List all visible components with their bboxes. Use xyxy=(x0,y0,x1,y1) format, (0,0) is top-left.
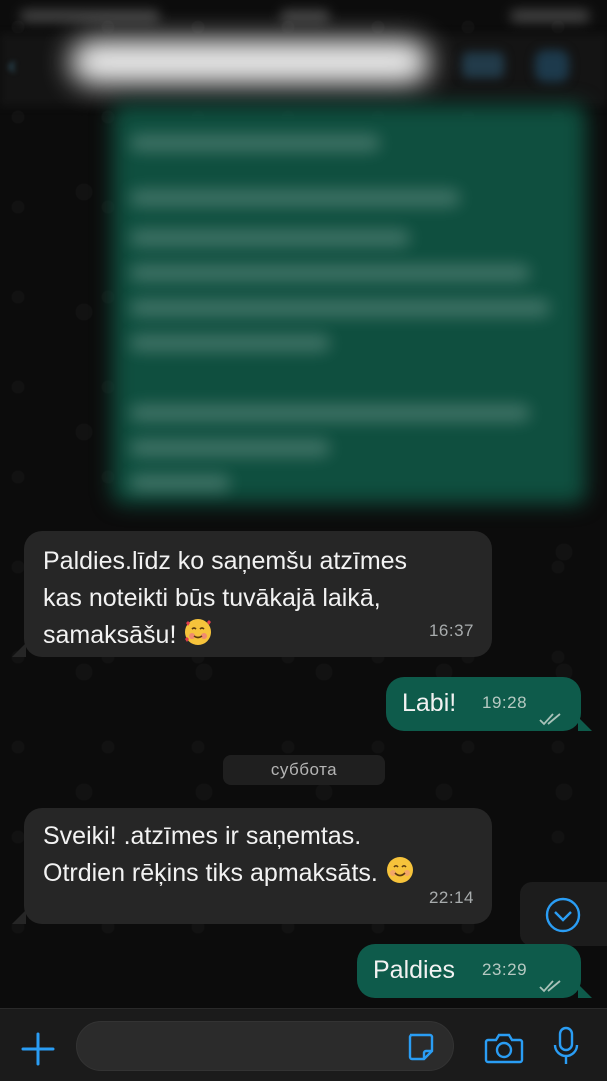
phone-call-icon[interactable] xyxy=(535,50,569,82)
redacted-line xyxy=(130,335,330,351)
message-time: 19:28 xyxy=(482,693,528,712)
date-separator: суббота xyxy=(223,755,385,785)
redacted-line xyxy=(130,405,530,421)
bubble-tail xyxy=(578,984,592,998)
message-time: 16:37 xyxy=(428,621,474,640)
redacted-line xyxy=(130,475,230,491)
message-bubble-outgoing[interactable]: Paldies 23:29 xyxy=(357,944,581,998)
chevron-down-icon xyxy=(544,896,582,939)
video-call-icon[interactable] xyxy=(462,52,504,78)
double-check-icon xyxy=(538,968,566,1005)
message-time: 22:14 xyxy=(428,888,474,907)
double-check-icon xyxy=(538,701,566,738)
sticker-icon[interactable] xyxy=(404,1031,436,1063)
bubble-tail xyxy=(12,643,26,657)
message-text: Paldies xyxy=(373,956,455,984)
smiling-face-with-hearts-icon xyxy=(183,617,213,658)
message-bubble-incoming[interactable]: Sveiki! .atzīmes ir saņemtas. Otrdien rē… xyxy=(24,808,492,924)
redacted-line xyxy=(130,300,550,316)
redacted-line xyxy=(130,440,330,456)
smiling-face-icon xyxy=(385,855,415,896)
scroll-to-bottom-button[interactable] xyxy=(520,882,607,946)
message-input[interactable] xyxy=(76,1021,454,1071)
back-chevron-icon[interactable]: ‹ xyxy=(8,52,36,80)
redacted-line xyxy=(130,265,530,281)
message-time: 23:29 xyxy=(482,960,528,979)
message-text: Sveiki! .atzīmes ir saņemtas. Otrdien rē… xyxy=(43,822,378,887)
message-text: Labi! xyxy=(402,689,457,717)
redacted-line xyxy=(130,135,380,151)
bubble-tail xyxy=(12,910,26,924)
message-bubble-incoming[interactable]: Paldies.līdz ko saņemšu atzīmes kas note… xyxy=(24,531,492,657)
bubble-tail xyxy=(578,717,592,731)
message-text: Paldies.līdz ko saņemšu atzīmes kas note… xyxy=(43,547,408,649)
plus-icon[interactable] xyxy=(18,1029,58,1069)
camera-icon[interactable] xyxy=(484,1031,524,1065)
status-bar xyxy=(0,0,607,34)
message-bubble-outgoing[interactable]: Labi! 19:28 xyxy=(386,677,581,731)
contact-name-redacted[interactable] xyxy=(70,40,430,84)
redacted-line xyxy=(130,190,460,206)
redacted-line xyxy=(130,230,410,246)
microphone-icon[interactable] xyxy=(550,1025,582,1069)
message-composer xyxy=(0,1008,607,1081)
